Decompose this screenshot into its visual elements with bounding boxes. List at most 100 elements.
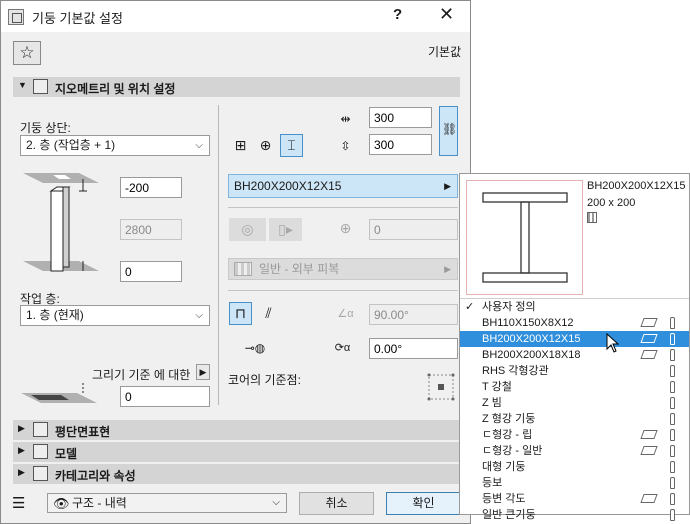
bottom-offset-input[interactable] — [120, 261, 182, 282]
profile-list-item[interactable]: 대형 기둥 — [460, 459, 689, 475]
width-dimension-icon: ⇹ — [340, 112, 351, 126]
profile-item-label: BH110X150X8X12 — [482, 317, 574, 329]
preview-profile-name: BH200X200X12X15 — [587, 180, 686, 192]
profile-list-item[interactable]: BH200X200X12X15 — [460, 331, 689, 347]
column-default-settings-dialog: 기둥 기본값 설정 ? ✕ ☆ 기본값 ▼ 지오메트리 및 위치 설정 기둥 상… — [0, 0, 471, 524]
profile-item-label: BH200X200X12X15 — [482, 333, 581, 345]
geometry-icon — [33, 79, 48, 94]
slanted-column-icon[interactable]: ⫽ — [257, 302, 280, 325]
profile-list-item[interactable]: ㄷ형강 - 립 — [460, 427, 689, 443]
column-icon — [670, 333, 675, 345]
checkmark-icon: ✓ — [465, 301, 475, 313]
column-icon — [670, 445, 675, 457]
slab-icon — [640, 430, 658, 439]
profile-list-item[interactable]: BH200X200X18X18 — [460, 347, 689, 363]
profile-list-item[interactable]: 등보 — [460, 475, 689, 491]
reference-arrow-button[interactable]: ▶ — [196, 364, 210, 380]
profile-list-item[interactable]: ㄷ형강 - 일반 — [460, 443, 689, 459]
anchor-point-grid-icon[interactable] — [425, 371, 457, 403]
eye-icon: 👁 — [53, 496, 70, 511]
profile-column-icon[interactable]: ⌶ — [280, 134, 303, 157]
section-floor-plan[interactable]: ▶ 평단면표현 — [13, 420, 460, 440]
slant-angle-input — [369, 304, 458, 325]
profile-list-item[interactable]: 일반 큰기둥 — [460, 507, 689, 523]
section-geometry-label: 지오메트리 및 위치 설정 — [55, 82, 176, 96]
favorites-button[interactable]: ☆ — [13, 41, 41, 65]
layer-value: 구조 - 내력 — [72, 496, 127, 510]
profile-select[interactable]: BH200X200X12X15 ▶ — [228, 174, 458, 198]
top-offset-input[interactable] — [120, 177, 182, 198]
rotation-angle-input[interactable] — [369, 338, 458, 359]
link-dimensions-button[interactable]: ⛓ — [439, 106, 458, 156]
column-icon — [670, 365, 675, 377]
profile-list-item[interactable]: Z 빔 — [460, 395, 689, 411]
profile-item-label: BH200X200X18X18 — [482, 349, 581, 361]
separator — [228, 207, 458, 208]
layer-select[interactable]: 👁 구조 - 내력 ⌵ — [47, 493, 287, 513]
profile-value: BH200X200X12X15 — [234, 179, 342, 193]
column-top-select[interactable]: 2. 층 (작업층 + 1) ⌵ — [20, 135, 210, 156]
relative-to-label: 그리기 기준 에 대한 — [92, 368, 191, 382]
height-input — [120, 219, 182, 240]
i-beam-icon — [482, 192, 568, 283]
column-icon — [670, 413, 675, 425]
category-icon — [33, 466, 48, 481]
chevron-right-icon: ▶ — [444, 181, 451, 191]
close-button[interactable]: ✕ — [439, 4, 454, 25]
column-icon — [670, 317, 675, 329]
ok-button[interactable]: 확인 — [386, 492, 461, 515]
profile-item-label: Z 형강 기둥 — [482, 413, 536, 425]
section-category-label: 카테고리와 속성 — [55, 469, 136, 483]
separator — [228, 290, 458, 291]
profile-item-label: 등변 각도 — [482, 493, 526, 505]
profile-list-item[interactable]: RHS 각형강관 — [460, 363, 689, 379]
round-column-icon[interactable]: ⊕ — [254, 134, 277, 157]
profile-list-item[interactable]: T 강철 — [460, 379, 689, 395]
layers-icon: ☰ — [12, 495, 26, 512]
profile-item-label: 일반 큰기둥 — [482, 509, 536, 521]
expand-arrow-icon: ▶ — [18, 423, 25, 433]
reference-level-icon — [21, 383, 97, 403]
column-icon — [670, 381, 675, 393]
cross-section-type-icon[interactable]: ⊸◍ — [229, 337, 281, 360]
profile-list-item[interactable]: ✓ 사용자 정의 — [460, 299, 689, 315]
chevron-down-icon: ⌵ — [195, 140, 203, 151]
home-story-select[interactable]: 1. 층 (현재) ⌵ — [20, 305, 210, 326]
link-chain-icon: ⛓ — [442, 122, 458, 136]
depth-input[interactable] — [369, 134, 432, 155]
column-icon — [670, 477, 675, 489]
profile-item-label: RHS 각형강관 — [482, 365, 549, 377]
material-icon — [587, 212, 597, 223]
profile-list-item[interactable]: BH110X150X8X12 — [460, 315, 689, 331]
vertical-column-icon[interactable]: ⊓ — [229, 302, 252, 325]
profile-list-item[interactable]: 등변 각도 — [460, 491, 689, 507]
column-icon — [670, 461, 675, 473]
section-category[interactable]: ▶ 카테고리와 속성 — [13, 464, 460, 484]
chevron-right-icon: ▶ — [444, 264, 451, 274]
profile-item-label: ㄷ형강 - 립 — [482, 429, 533, 441]
help-button[interactable]: ? — [393, 6, 402, 23]
app-icon — [8, 9, 24, 25]
cancel-button[interactable]: 취소 — [299, 492, 374, 515]
profile-item-label: 등보 — [482, 477, 503, 489]
section-geometry[interactable]: ▼ 지오메트리 및 위치 설정 — [13, 77, 460, 97]
depth-dimension-icon: ⇳ — [340, 139, 351, 153]
title-bar: 기둥 기본값 설정 ? ✕ — [1, 1, 470, 32]
model-icon — [33, 444, 48, 459]
profile-preview — [466, 180, 583, 295]
profile-item-label: Z 빔 — [482, 397, 502, 409]
column-icon — [670, 429, 675, 441]
column-top-value: 2. 층 (작업층 + 1) — [26, 138, 116, 152]
profile-list: ✓ 사용자 정의 BH110X150X8X12 BH200X200X12X15 B… — [460, 299, 689, 523]
profile-list-item[interactable]: Z 형강 기둥 — [460, 411, 689, 427]
width-input[interactable] — [369, 107, 432, 128]
rectangular-column-icon[interactable]: ⊞ — [229, 134, 252, 157]
profile-popup: BH200X200X12X15 200 x 200 ✓ 사용자 정의 BH110X… — [459, 173, 690, 521]
section-model[interactable]: ▶ 모델 — [13, 442, 460, 462]
veneer-thickness-icon: ⊕ — [339, 220, 352, 236]
slab-icon — [640, 318, 658, 327]
collapse-arrow-icon: ▼ — [18, 80, 27, 90]
expand-arrow-icon: ▶ — [18, 467, 25, 477]
relative-offset-input[interactable] — [120, 386, 210, 407]
slab-icon — [640, 446, 658, 455]
